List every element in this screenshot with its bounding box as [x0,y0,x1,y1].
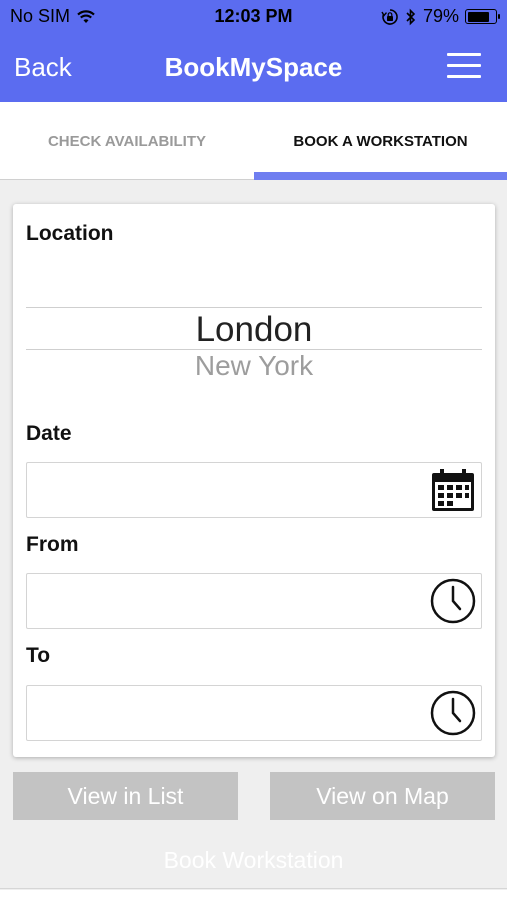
view-on-map-button[interactable]: View on Map [270,772,495,820]
tab-check-availability[interactable]: CHECK AVAILABILITY [0,102,254,180]
status-bar: No SIM 12:03 PM 79% [0,0,507,34]
calendar-icon[interactable] [430,467,476,513]
status-right: 79% [381,6,500,27]
location-option-selected[interactable]: London [26,310,482,350]
hamburger-menu-icon[interactable] [447,53,481,79]
back-button[interactable]: Back [14,52,72,83]
orientation-lock-icon [381,8,398,25]
to-label: To [26,644,51,667]
location-picker[interactable]: London New York [26,204,482,394]
picker-divider-top [26,307,482,308]
date-label: Date [26,422,72,445]
battery-icon [465,9,500,24]
to-time-field[interactable] [26,685,482,741]
from-label: From [26,533,79,556]
clock-icon[interactable] [430,690,476,736]
tab-book-workstation[interactable]: BOOK A WORKSTATION [254,102,507,180]
nav-bar: Back BookMySpace [0,34,507,102]
app-title: BookMySpace [164,52,343,82]
tab-bar: CHECK AVAILABILITY BOOK A WORKSTATION [0,102,507,180]
location-option-next[interactable]: New York [26,350,482,382]
clock-icon[interactable] [430,578,476,624]
bluetooth-icon [406,8,416,25]
bottom-divider [0,888,507,889]
view-in-list-button[interactable]: View in List [13,772,238,820]
date-field[interactable] [26,462,482,518]
from-time-field[interactable] [26,573,482,629]
active-tab-indicator [254,172,507,180]
booking-form-card: Location London New York Date From To [13,204,495,757]
battery-percent: 79% [422,6,459,26]
book-workstation-button[interactable]: Book Workstation [0,836,507,884]
battery-level-fill [467,11,489,22]
